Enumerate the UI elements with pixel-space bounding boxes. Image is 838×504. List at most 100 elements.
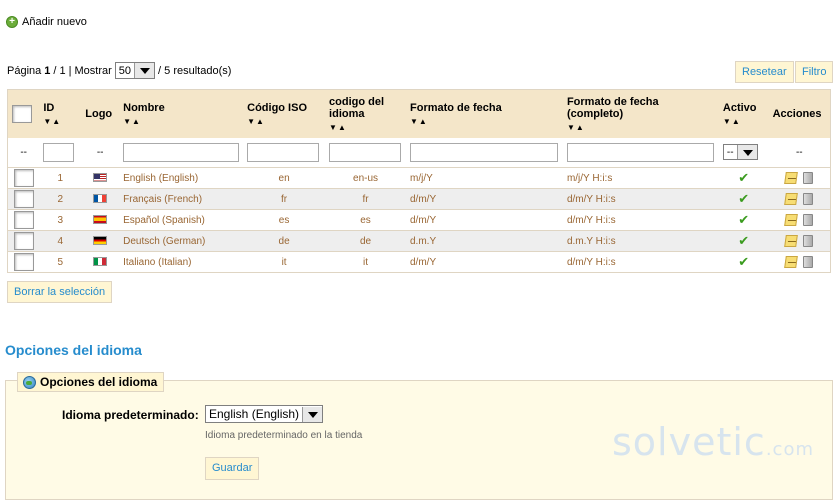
row-checkbox[interactable] <box>13 169 34 187</box>
cell-active: ✔ <box>718 230 769 252</box>
languages-table: ID ▼▲ Logo Nombre ▼▲ Código ISO ▼▲ codigo d… <box>7 89 831 273</box>
col-lang-code: codigo del idioma ▼▲ <box>325 89 406 138</box>
cell-actions <box>768 230 831 252</box>
show-label: | Mostrar <box>68 64 112 77</box>
table-row[interactable]: 4 Deutsch (German) de de d.m.Y d.m.Y H:i… <box>7 230 831 252</box>
check-icon[interactable]: ✔ <box>738 254 749 269</box>
table-row[interactable]: 5 Italiano (Italian) it it d/m/Y d/m/Y H… <box>7 251 831 273</box>
cell-logo <box>81 251 120 273</box>
filter-iso-input[interactable] <box>247 142 320 162</box>
check-icon[interactable]: ✔ <box>738 212 749 227</box>
filter-dash: -- <box>768 137 831 168</box>
cell-date-format-full: d.m.Y H:i:s <box>562 230 719 252</box>
filter-code-input[interactable] <box>329 142 402 162</box>
cell-logo <box>81 167 120 189</box>
filter-date-full-input[interactable] <box>566 142 714 162</box>
cell-name: Deutsch (German) <box>119 230 244 252</box>
cell-active: ✔ <box>718 251 769 273</box>
sort-arrows-icon[interactable]: ▼▲ <box>329 123 402 132</box>
cell-iso: de <box>243 230 326 252</box>
trash-icon[interactable] <box>803 172 814 184</box>
default-language-value: English (English) <box>209 407 300 421</box>
cell-code: es <box>325 209 406 231</box>
filter-name-input[interactable] <box>123 142 240 162</box>
sort-arrows-icon[interactable]: ▼▲ <box>723 117 765 126</box>
cell-name: Español (Spanish) <box>119 209 244 231</box>
cell-id: 4 <box>39 230 82 252</box>
row-checkbox[interactable] <box>13 190 34 208</box>
cell-code: fr <box>325 188 406 210</box>
row-checkbox[interactable] <box>13 253 34 271</box>
reset-button[interactable]: Resetear <box>735 61 794 83</box>
cell-date-format-full: d/m/Y H:i:s <box>562 188 719 210</box>
per-page-select[interactable]: 50 <box>114 62 156 79</box>
cell-name: Français (French) <box>119 188 244 210</box>
filter-id-cell <box>39 137 82 168</box>
cell-code: de <box>325 230 406 252</box>
filter-date-input[interactable] <box>410 142 558 162</box>
edit-icon[interactable] <box>784 235 799 247</box>
col-active-label: Activo <box>722 101 757 114</box>
cell-date-format-full: d/m/Y H:i:s <box>562 209 719 231</box>
edit-icon[interactable] <box>784 214 799 226</box>
col-date-format: Formato de fecha ▼▲ <box>406 89 563 138</box>
check-icon[interactable]: ✔ <box>738 233 749 248</box>
trash-icon[interactable] <box>803 193 814 205</box>
cell-code: it <box>325 251 406 273</box>
us-flag-icon <box>93 173 108 183</box>
trash-icon[interactable] <box>803 235 814 247</box>
sort-arrows-icon[interactable]: ▼▲ <box>410 117 559 126</box>
default-language-select[interactable]: English (English) <box>205 405 324 423</box>
pagination: Página 1 / 1 | Mostrar 50 / 5 resultado(… <box>7 62 231 79</box>
filter-date-cell <box>406 137 563 168</box>
cell-date-format-full: d/m/Y H:i:s <box>562 251 719 273</box>
sort-arrows-icon[interactable]: ▼▲ <box>43 117 77 126</box>
add-new-label: Añadir nuevo <box>22 16 87 28</box>
current-page: 1 <box>44 64 51 77</box>
row-checkbox[interactable] <box>13 211 34 229</box>
trash-icon[interactable] <box>803 256 814 268</box>
per-page-value: 50 <box>118 64 132 77</box>
add-new-link[interactable]: + Añadir nuevo <box>6 16 87 28</box>
sort-arrows-icon[interactable]: ▼▲ <box>247 117 321 126</box>
total-pages: 1 <box>59 64 66 77</box>
trash-icon[interactable] <box>803 214 814 226</box>
table-row[interactable]: 1 English (English) en en-us m/j/Y m/j/Y… <box>7 167 831 189</box>
es-flag-icon <box>93 215 108 225</box>
row-checkbox[interactable] <box>13 232 34 250</box>
edit-icon[interactable] <box>784 172 799 184</box>
edit-icon[interactable] <box>784 256 799 268</box>
watermark-logo: solvetic.com <box>612 420 814 464</box>
cell-active: ✔ <box>718 167 769 189</box>
col-iso: Código ISO ▼▲ <box>243 89 326 138</box>
cell-iso: es <box>243 209 326 231</box>
check-icon[interactable]: ✔ <box>738 170 749 185</box>
sort-arrows-icon[interactable]: ▼▲ <box>567 123 715 132</box>
filter-id-input[interactable] <box>43 142 75 162</box>
delete-selection-button[interactable]: Borrar la selección <box>7 281 113 303</box>
cell-date-format: d/m/Y <box>406 209 563 231</box>
col-id-label: ID <box>43 101 55 114</box>
col-logo: Logo <box>81 89 120 138</box>
col-logo-label: Logo <box>85 107 113 120</box>
save-button[interactable]: Guardar <box>205 457 260 480</box>
panel-legend-label: Opciones del idioma <box>40 375 158 389</box>
col-date-format-full: Formato de fecha (completo) ▼▲ <box>562 89 719 138</box>
filter-dash: -- <box>7 137 40 168</box>
check-icon[interactable]: ✔ <box>738 191 749 206</box>
panel-legend: Opciones del idioma <box>17 372 165 392</box>
page-separator: / <box>53 64 57 77</box>
filter-button[interactable]: Filtro <box>795 61 834 83</box>
default-language-label: Idioma predeterminado: <box>62 408 199 422</box>
table-row[interactable]: 3 Español (Spanish) es es d/m/Y d/m/Y H:… <box>7 209 831 231</box>
sort-arrows-icon[interactable]: ▼▲ <box>123 117 239 126</box>
col-date-format-label: Formato de fecha <box>410 101 502 114</box>
filter-active-select[interactable]: -- <box>722 144 758 161</box>
edit-icon[interactable] <box>784 193 799 205</box>
select-all-checkbox[interactable] <box>12 104 32 123</box>
row-select <box>7 251 40 273</box>
filter-date-full-cell <box>562 137 719 168</box>
table-row[interactable]: 2 Français (French) fr fr d/m/Y d/m/Y H:… <box>7 188 831 210</box>
filter-code-cell <box>325 137 406 168</box>
row-select <box>7 209 40 231</box>
